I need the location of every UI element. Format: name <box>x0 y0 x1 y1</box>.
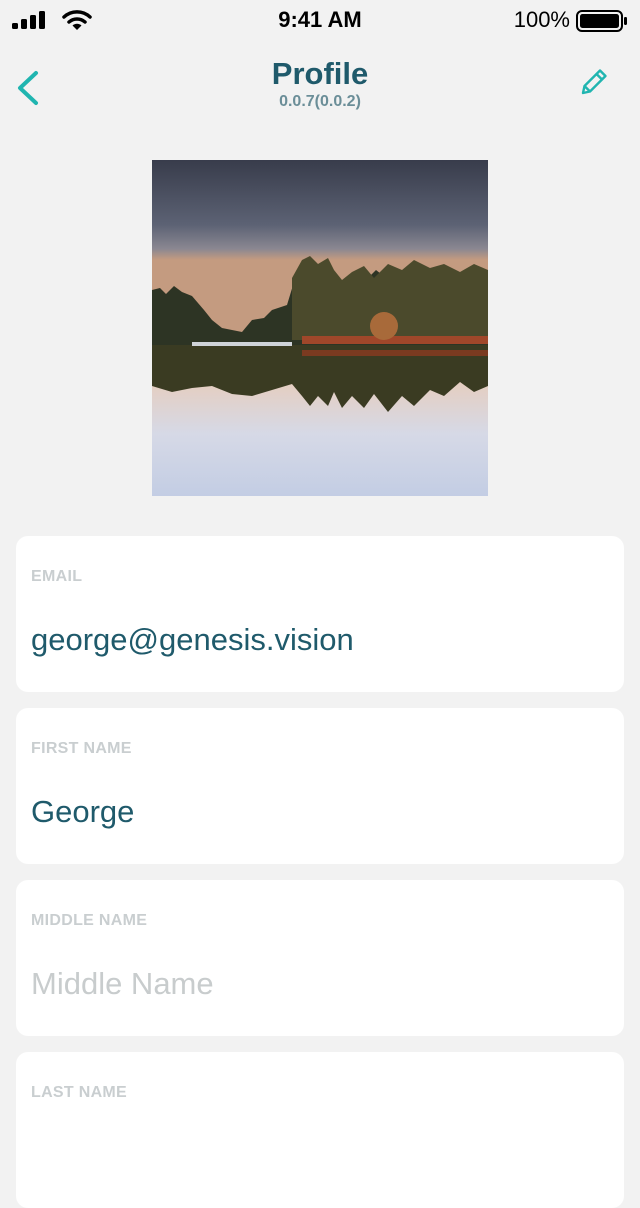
middle-name-field-card: MIDDLE NAME Middle Name <box>16 880 624 1036</box>
email-field-card: EMAIL <box>16 536 624 692</box>
middle-name-label: MIDDLE NAME <box>31 912 148 929</box>
status-bar: 9:41 AM 100% <box>0 0 640 40</box>
email-label: EMAIL <box>31 568 83 585</box>
battery-icon <box>576 10 627 32</box>
battery-percentage: 100% <box>513 7 570 32</box>
pencil-icon[interactable] <box>576 66 610 100</box>
email-input[interactable] <box>31 622 601 658</box>
middle-name-input[interactable]: Middle Name <box>31 966 601 1002</box>
last-name-label: LAST NAME <box>31 1084 128 1101</box>
profile-photo[interactable] <box>152 160 488 496</box>
version-label: 0.0.7(0.0.2) <box>279 93 361 110</box>
page-title: Profile <box>271 56 369 91</box>
first-name-field-card: FIRST NAME <box>16 708 624 864</box>
last-name-field-card: LAST NAME <box>16 1052 624 1208</box>
first-name-label: FIRST NAME <box>31 740 132 757</box>
first-name-input[interactable] <box>31 794 601 830</box>
